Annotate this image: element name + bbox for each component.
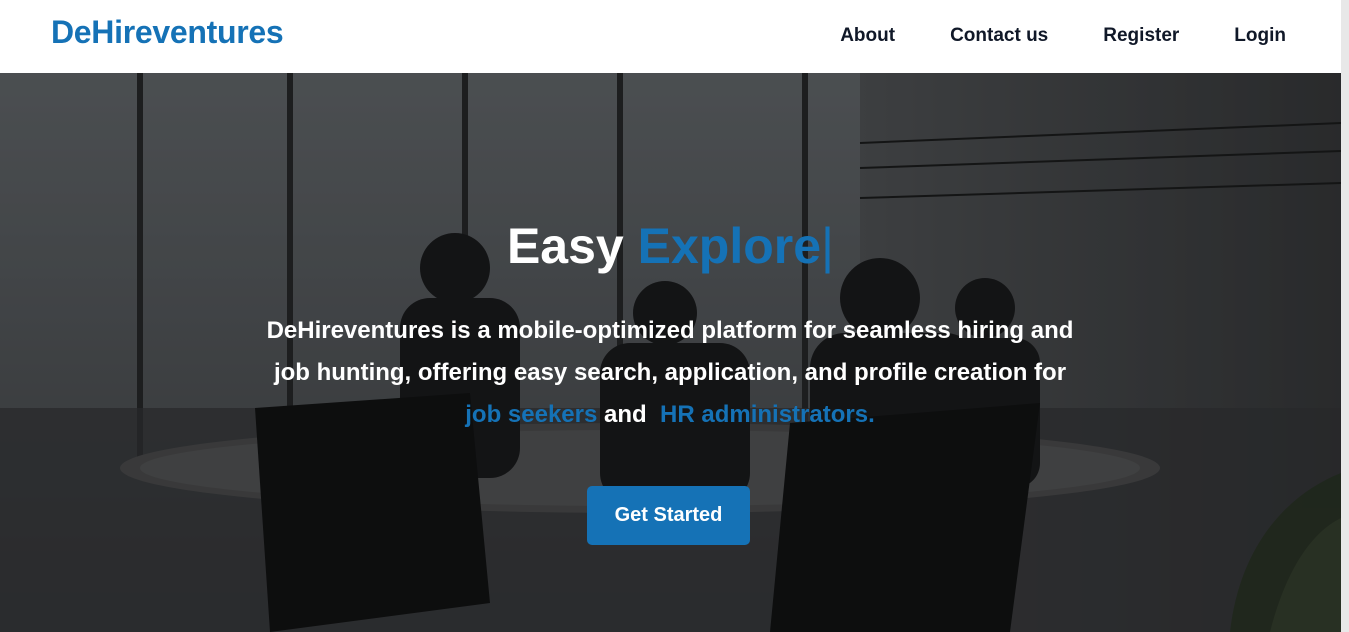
top-navbar: DeHireventures About Contact us Register…	[0, 0, 1341, 73]
hero-desc-and: and	[604, 401, 647, 428]
hero-section: Easy Explore| DeHireventures is a mobile…	[0, 73, 1341, 632]
highlight-hr-administrators: HR administrators.	[660, 401, 875, 428]
hero-title: Easy Explore|	[0, 218, 1341, 274]
nav-link-register[interactable]: Register	[1103, 24, 1179, 48]
hero-desc-line-1: DeHireventures is a mobile-optimized pla…	[266, 317, 1074, 344]
nav-links: About Contact us Register Login	[785, 24, 1286, 48]
nav-link-contact-us[interactable]: Contact us	[950, 24, 1048, 48]
scrollbar-track[interactable]	[1341, 0, 1349, 632]
hero-description: DeHireventures is a mobile-optimized pla…	[235, 310, 1105, 436]
nav-link-about[interactable]: About	[840, 24, 895, 48]
get-started-button[interactable]: Get Started	[587, 486, 750, 545]
hero-desc-line-2: job hunting, offering easy search, appli…	[273, 359, 1067, 386]
highlight-job-seekers: job seekers	[465, 401, 598, 428]
brand-logo-link[interactable]: DeHireventures	[51, 14, 284, 51]
nav-link-login[interactable]: Login	[1234, 24, 1286, 48]
hero-title-static: Easy	[506, 218, 624, 274]
typing-cursor: |	[821, 218, 835, 274]
hero-title-rotating-word: Explore	[637, 218, 822, 274]
